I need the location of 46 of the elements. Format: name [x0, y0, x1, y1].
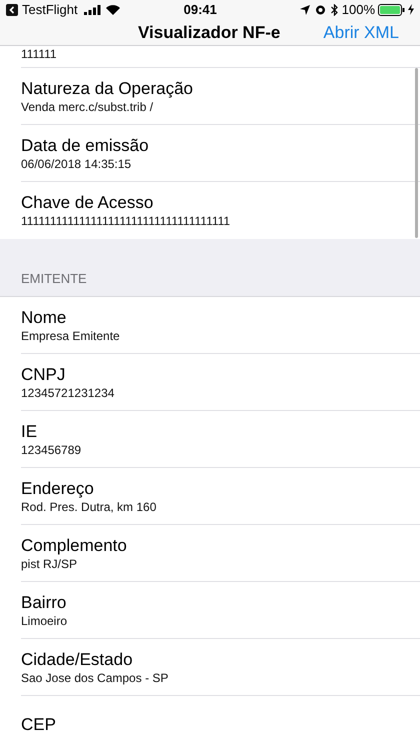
row-value: Empresa Emitente [21, 328, 121, 344]
row-label: Nome [21, 306, 68, 328]
row-value: 06/06/2018 14:35:15 [21, 156, 132, 172]
row-label: Chave de Acesso [21, 192, 154, 213]
table-row[interactable]: CNPJ 12345721231234 [21, 354, 420, 411]
table-row[interactable]: Chave de Acesso 111111111111111111111111111111111111 [21, 182, 420, 239]
row-label: CNPJ [21, 364, 66, 384]
nav-title: Visualizador NF-e [138, 22, 280, 44]
table-row[interactable]: IE 123456789 [21, 411, 420, 468]
row-value: 12345721231234 [21, 384, 116, 400]
open-xml-button[interactable]: Abrir XML [323, 20, 399, 45]
row-label: Endereço [21, 478, 95, 498]
signal-icon [84, 4, 101, 15]
table-row[interactable]: Bairro Limoeiro [21, 582, 420, 639]
back-app-label[interactable]: TestFlight [22, 0, 78, 20]
row-label: Data de emissão [21, 134, 150, 156]
row-label: Natureza da Operação [21, 78, 194, 98]
row-value: 111111111111111111111111111111111111 [21, 213, 232, 229]
table-row[interactable]: Complemento pist RJ/SP [21, 525, 420, 582]
row-label: IE [21, 420, 38, 442]
battery-icon [378, 4, 405, 16]
table-row[interactable]: CEP [21, 696, 420, 750]
row-value: Sao Jose dos Campos - SP [21, 670, 170, 686]
row-value: Rod. Pres. Dutra, km 160 [21, 498, 158, 514]
charging-icon [408, 4, 414, 16]
table-row[interactable]: Nome Empresa Emitente [21, 297, 420, 354]
table-row[interactable]: Endereço Rod. Pres. Dutra, km 160 [21, 468, 420, 525]
wifi-icon [106, 4, 120, 15]
row-label: Cidade/Estado [21, 648, 134, 670]
battery-percent: 100% [342, 1, 375, 19]
row-label: Bairro [21, 592, 68, 612]
back-icon[interactable] [6, 4, 18, 16]
row-label: CEP [21, 714, 57, 735]
row-value: Limoeiro [21, 612, 68, 628]
alarm-icon [314, 4, 326, 16]
clock: 09:41 [184, 1, 217, 19]
row-value: 123456789 [21, 442, 82, 458]
location-icon [300, 4, 310, 15]
row-value: 111111 [21, 46, 58, 62]
row-label: Complemento [21, 534, 128, 556]
section-header: EMITENTE [21, 270, 87, 288]
table-row[interactable]: 111111 [21, 46, 420, 68]
bluetooth-icon [330, 4, 338, 16]
row-value: pist RJ/SP [21, 556, 78, 572]
table-row[interactable]: Cidade/Estado Sao Jose dos Campos - SP [21, 639, 420, 696]
row-value: Venda merc.c/subst.trib / [21, 98, 154, 114]
